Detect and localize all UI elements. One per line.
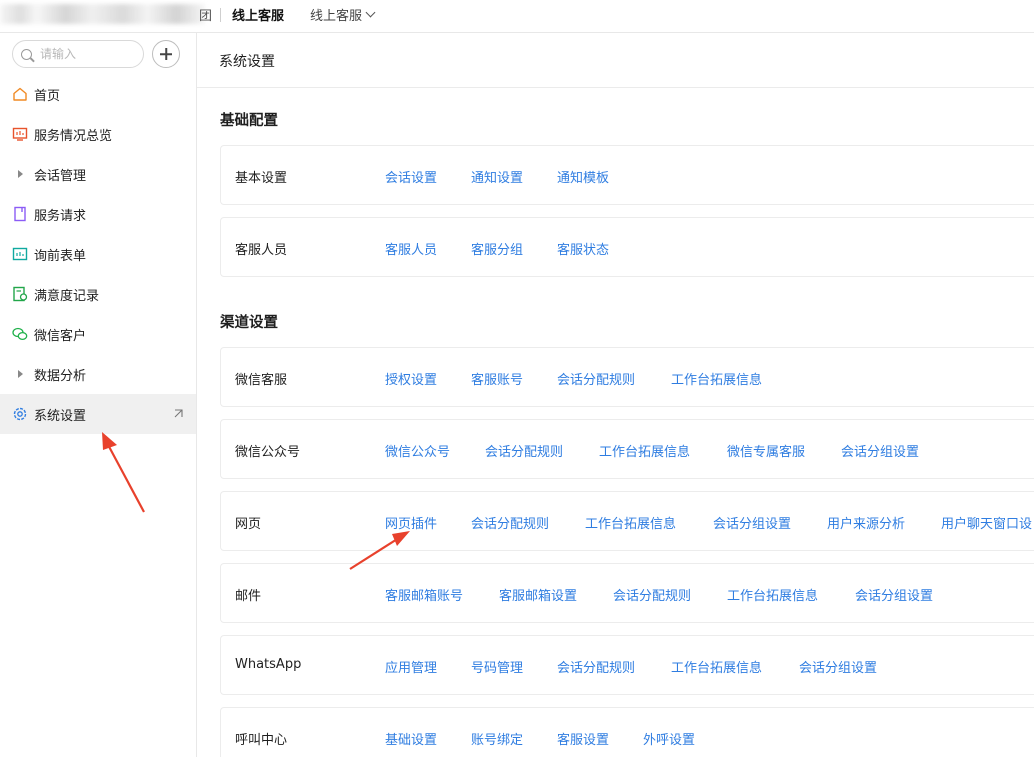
link-exclusive-agent[interactable]: 微信专属客服 — [727, 441, 805, 460]
link-authorization[interactable]: 授权设置 — [385, 369, 437, 388]
link-mailbox-settings[interactable]: 客服邮箱设置 — [499, 585, 577, 604]
sidebar-item-service-requests[interactable]: 服务请求 — [0, 194, 196, 234]
sidebar-item-label: 会话管理 — [34, 168, 87, 184]
chevron-down-icon — [365, 7, 376, 18]
link-session-group-settings[interactable]: 会话分组设置 — [799, 657, 877, 676]
link-account-binding[interactable]: 账号绑定 — [471, 729, 523, 748]
settings-row-basic: 基本设置 会话设置 通知设置 通知模板 — [220, 145, 1034, 205]
sidebar-item-overview[interactable]: 服务情况总览 — [0, 114, 196, 154]
open-external-icon[interactable] — [173, 408, 184, 419]
settings-row-email: 邮件 客服邮箱账号 客服邮箱设置 会话分配规则 工作台拓展信息 会话分组设置 — [220, 563, 1034, 623]
sidebar-item-satisfaction[interactable]: 满意度记录 — [0, 274, 196, 314]
link-user-source-analysis[interactable]: 用户来源分析 — [827, 513, 905, 532]
link-mailbox-accounts[interactable]: 客服邮箱账号 — [385, 585, 463, 604]
top-divider — [220, 8, 221, 22]
sidebar-item-label: 询前表单 — [34, 248, 87, 264]
link-assignment-rules[interactable]: 会话分配规则 — [485, 441, 563, 460]
settings-row-wechat-official: 微信公众号 微信公众号 会话分配规则 工作台拓展信息 微信专属客服 会话分组设置 — [220, 419, 1034, 479]
link-chat-window-settings[interactable]: 用户聊天窗口设 — [941, 513, 1032, 532]
link-agent-accounts[interactable]: 客服账号 — [471, 369, 523, 388]
form-icon — [12, 247, 28, 261]
top-bar: 团 线上客服 线上客服 — [0, 0, 1034, 33]
link-official-account[interactable]: 微信公众号 — [385, 441, 450, 460]
sidebar-item-home[interactable]: 首页 — [0, 74, 196, 114]
sidebar-item-label: 服务请求 — [34, 208, 87, 224]
sidebar-search[interactable] — [12, 40, 144, 68]
main-content: 系统设置 基础配置 基本设置 会话设置 通知设置 通知模板 客服人员 客服人员 … — [197, 33, 1034, 757]
link-workbench-extension[interactable]: 工作台拓展信息 — [671, 369, 762, 388]
section-title-channel-settings: 渠道设置 — [220, 315, 278, 331]
sidebar-item-analytics[interactable]: 数据分析 — [0, 354, 196, 394]
wechat-icon — [12, 327, 28, 341]
link-session-group-settings[interactable]: 会话分组设置 — [713, 513, 791, 532]
settings-row-agents: 客服人员 客服人员 客服分组 客服状态 — [220, 217, 1034, 277]
link-number-management[interactable]: 号码管理 — [471, 657, 523, 676]
link-agent-status[interactable]: 客服状态 — [557, 239, 609, 258]
sidebar-item-label: 服务情况总览 — [34, 128, 113, 144]
caret-right-icon — [18, 170, 23, 178]
link-app-management[interactable]: 应用管理 — [385, 657, 437, 676]
app-switcher-label: 线上客服 — [310, 9, 363, 24]
row-label: 微信公众号 — [235, 445, 301, 460]
link-workbench-extension[interactable]: 工作台拓展信息 — [727, 585, 818, 604]
link-session-group-settings[interactable]: 会话分组设置 — [855, 585, 933, 604]
settings-row-call-center: 呼叫中心 基础设置 账号绑定 客服设置 外呼设置 — [220, 707, 1034, 757]
link-basic-settings[interactable]: 基础设置 — [385, 729, 437, 748]
app-switcher[interactable]: 线上客服 — [310, 5, 376, 24]
link-session-settings[interactable]: 会话设置 — [385, 167, 437, 186]
link-outbound-settings[interactable]: 外呼设置 — [643, 729, 695, 748]
link-web-plugin[interactable]: 网页插件 — [385, 513, 437, 532]
sidebar: 首页 服务情况总览 会话管理 服务请求 — [0, 33, 197, 757]
sidebar-item-label: 数据分析 — [34, 368, 87, 384]
link-agent-groups[interactable]: 客服分组 — [471, 239, 523, 258]
sidebar-item-label: 微信客户 — [34, 328, 87, 344]
row-label: 网页 — [235, 517, 262, 532]
row-label: 邮件 — [235, 589, 262, 604]
home-icon — [13, 87, 27, 101]
app-title: 线上客服 — [232, 9, 285, 24]
settings-row-wechat-kf: 微信客服 授权设置 客服账号 会话分配规则 工作台拓展信息 — [220, 347, 1034, 407]
search-input[interactable] — [40, 47, 130, 61]
row-label: 呼叫中心 — [235, 733, 288, 748]
sidebar-item-pre-chat-form[interactable]: 询前表单 — [0, 234, 196, 274]
link-workbench-extension[interactable]: 工作台拓展信息 — [671, 657, 762, 676]
row-label: 基本设置 — [235, 171, 288, 186]
sidebar-item-label: 系统设置 — [34, 408, 87, 424]
link-notification-settings[interactable]: 通知设置 — [471, 167, 523, 186]
caret-right-icon — [18, 370, 23, 378]
org-name-tail: 团 — [199, 9, 213, 24]
link-notification-templates[interactable]: 通知模板 — [557, 167, 609, 186]
survey-icon — [13, 286, 28, 302]
settings-row-web: 网页 网页插件 会话分配规则 工作台拓展信息 会话分组设置 用户来源分析 用户聊… — [220, 491, 1034, 551]
link-assignment-rules[interactable]: 会话分配规则 — [557, 369, 635, 388]
link-workbench-extension[interactable]: 工作台拓展信息 — [599, 441, 690, 460]
row-label: 微信客服 — [235, 373, 288, 388]
row-label: WhatsApp — [235, 657, 302, 672]
link-workbench-extension[interactable]: 工作台拓展信息 — [585, 513, 676, 532]
sidebar-item-wechat-customers[interactable]: 微信客户 — [0, 314, 196, 354]
blurred-org-name — [0, 4, 205, 24]
link-agents[interactable]: 客服人员 — [385, 239, 437, 258]
row-label: 客服人员 — [235, 243, 288, 258]
title-divider — [197, 87, 1034, 88]
link-session-group-settings[interactable]: 会话分组设置 — [841, 441, 919, 460]
sidebar-item-sessions[interactable]: 会话管理 — [0, 154, 196, 194]
link-assignment-rules[interactable]: 会话分配规则 — [471, 513, 549, 532]
sidebar-menu: 首页 服务情况总览 会话管理 服务请求 询前表单 满意度记录 微信客户 数据分析… — [0, 74, 196, 434]
sidebar-item-label: 满意度记录 — [34, 288, 100, 304]
sidebar-item-system-settings[interactable]: 系统设置 — [0, 394, 196, 434]
add-button[interactable] — [152, 40, 180, 68]
monitor-icon — [12, 127, 28, 141]
section-title-basic-config: 基础配置 — [220, 113, 278, 129]
link-assignment-rules[interactable]: 会话分配规则 — [613, 585, 691, 604]
bookmark-icon — [14, 206, 26, 222]
link-assignment-rules[interactable]: 会话分配规则 — [557, 657, 635, 676]
settings-row-whatsapp: WhatsApp 应用管理 号码管理 会话分配规则 工作台拓展信息 会话分组设置 — [220, 635, 1034, 695]
page-title: 系统设置 — [219, 54, 275, 70]
search-icon — [21, 48, 32, 60]
gear-icon — [13, 407, 27, 421]
link-agent-settings[interactable]: 客服设置 — [557, 729, 609, 748]
sidebar-item-label: 首页 — [34, 88, 61, 104]
